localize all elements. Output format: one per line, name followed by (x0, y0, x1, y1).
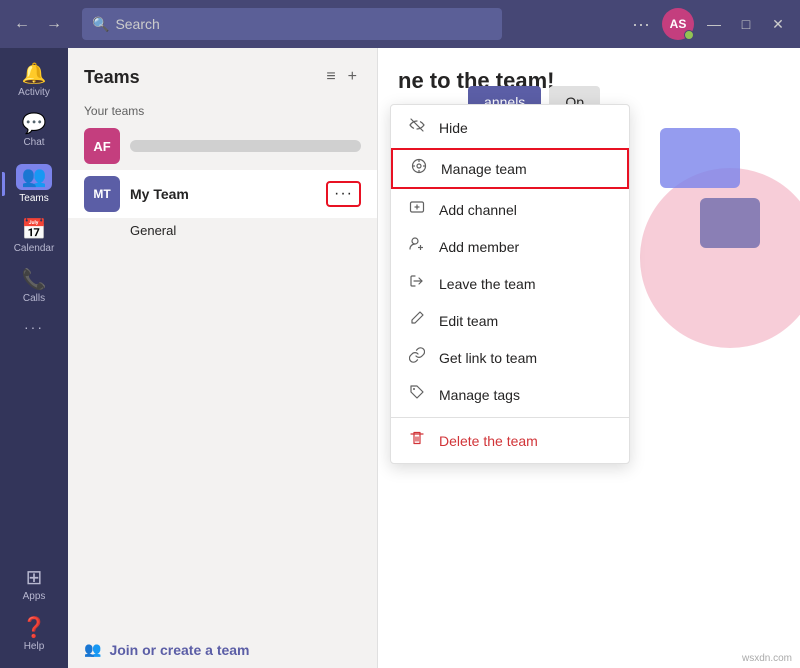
dropdown-item-add-channel[interactable]: Add channel (391, 191, 629, 228)
avatar-initials: AS (670, 17, 687, 31)
get-link-label: Get link to team (439, 350, 537, 366)
calendar-icon: 📅 (22, 220, 47, 240)
dropdown-item-delete-team[interactable]: Delete the team (391, 422, 629, 459)
sidebar-item-calendar[interactable]: 📅 Calendar (6, 212, 62, 262)
left-nav: 🔔 Activity 💬 Chat 👥 Teams 📅 Calendar 📞 C… (0, 48, 68, 668)
get-link-icon (407, 347, 427, 368)
delete-team-label: Delete the team (439, 433, 538, 449)
delete-team-icon (407, 430, 427, 451)
dropdown-item-edit-team[interactable]: Edit team (391, 302, 629, 339)
apps-label: Apps (23, 591, 46, 602)
add-team-button[interactable]: + (344, 64, 361, 90)
team-item-af[interactable]: AF (68, 122, 377, 170)
add-member-icon (407, 236, 427, 257)
sidebar-item-calls[interactable]: 📞 Calls (6, 262, 62, 312)
add-channel-label: Add channel (439, 202, 517, 218)
content-area: ne to the team! e things to get going...… (378, 48, 800, 668)
apps-icon: ⊞ (26, 568, 43, 588)
manage-team-icon (409, 158, 429, 179)
sidebar-header-icons: ≡ + (322, 64, 361, 90)
manage-tags-label: Manage tags (439, 387, 520, 403)
dropdown-divider (391, 417, 629, 418)
dropdown-menu: Hide Manage team (390, 104, 630, 464)
titlebar-right: ··· AS — □ ✕ (626, 8, 792, 40)
titlebar-ellipsis-button[interactable]: ··· (626, 10, 656, 39)
sidebar-item-teams[interactable]: 👥 Teams (6, 156, 62, 212)
avatar[interactable]: AS (662, 8, 694, 40)
dropdown-item-hide[interactable]: Hide (391, 109, 629, 146)
leave-team-label: Leave the team (439, 276, 536, 292)
chat-label: Chat (23, 137, 44, 148)
chat-icon: 💬 (22, 114, 47, 134)
search-bar[interactable]: 🔍 (82, 8, 502, 40)
team-mt-name: My Team (130, 186, 316, 202)
teams-sidebar: Teams ≡ + Your teams AF MT My Team ··· G… (68, 48, 378, 668)
join-create-icon: 👥 (84, 641, 101, 658)
back-button[interactable]: ← (8, 10, 36, 38)
teams-label: Teams (19, 193, 48, 204)
help-icon: ❓ (22, 618, 47, 638)
help-label: Help (24, 641, 45, 652)
edit-team-icon (407, 310, 427, 331)
sidebar-header: Teams ≡ + (68, 48, 377, 98)
sidebar-item-chat[interactable]: 💬 Chat (6, 106, 62, 156)
sidebar-item-apps[interactable]: ⊞ Apps (6, 560, 62, 610)
sidebar-item-activity[interactable]: 🔔 Activity (6, 56, 62, 106)
filter-button[interactable]: ≡ (322, 64, 339, 90)
minimize-button[interactable]: — (700, 10, 728, 38)
close-button[interactable]: ✕ (764, 10, 792, 38)
sidebar-item-more[interactable]: ··· (6, 312, 62, 342)
edit-team-label: Edit team (439, 313, 498, 329)
maximize-button[interactable]: □ (732, 10, 760, 38)
window-controls: — □ ✕ (700, 10, 792, 38)
nav-buttons: ← → (8, 10, 68, 38)
team-options-button[interactable]: ··· (326, 181, 361, 207)
forward-button[interactable]: → (40, 10, 68, 38)
team-item-my-team[interactable]: MT My Team ··· (68, 170, 377, 218)
hide-icon (407, 117, 427, 138)
illustration-box2 (700, 198, 760, 248)
activity-label: Activity (18, 87, 50, 98)
main-area: 🔔 Activity 💬 Chat 👥 Teams 📅 Calendar 📞 C… (0, 48, 800, 668)
join-create-team[interactable]: 👥 Join or create a team (68, 631, 377, 668)
leave-team-icon (407, 273, 427, 294)
dropdown-item-leave-team[interactable]: Leave the team (391, 265, 629, 302)
calls-label: Calls (23, 293, 45, 304)
activity-icon: 🔔 (22, 64, 47, 84)
dropdown-item-get-link[interactable]: Get link to team (391, 339, 629, 376)
manage-tags-icon (407, 384, 427, 405)
your-teams-label: Your teams (68, 98, 377, 122)
watermark: wsxdn.com (742, 653, 792, 664)
channel-item-general[interactable]: General (68, 218, 377, 243)
manage-team-label: Manage team (441, 161, 527, 177)
dropdown-item-manage-team[interactable]: Manage team (391, 148, 629, 189)
add-member-label: Add member (439, 239, 519, 255)
dropdown-item-add-member[interactable]: Add member (391, 228, 629, 265)
teams-icon: 👥 (16, 164, 53, 190)
sidebar-item-help[interactable]: ❓ Help (6, 610, 62, 660)
team-mt-avatar: MT (84, 176, 120, 212)
join-create-label: Join or create a team (109, 642, 249, 658)
add-channel-icon (407, 199, 427, 220)
illustration-box1 (660, 128, 740, 188)
dropdown-item-manage-tags[interactable]: Manage tags (391, 376, 629, 413)
team-af-avatar: AF (84, 128, 120, 164)
search-icon: 🔍 (92, 16, 109, 33)
more-icon: ··· (24, 320, 44, 334)
hide-label: Hide (439, 120, 468, 136)
search-input[interactable] (115, 16, 492, 32)
avatar-status-indicator (684, 30, 694, 40)
sidebar-title: Teams (84, 67, 314, 88)
illustration-circle (640, 168, 800, 348)
calls-icon: 📞 (22, 270, 47, 290)
team-af-name-bar (130, 140, 361, 152)
calendar-label: Calendar (14, 243, 55, 254)
titlebar: ← → 🔍 ··· AS — □ ✕ (0, 0, 800, 48)
illustration-area (600, 108, 800, 388)
